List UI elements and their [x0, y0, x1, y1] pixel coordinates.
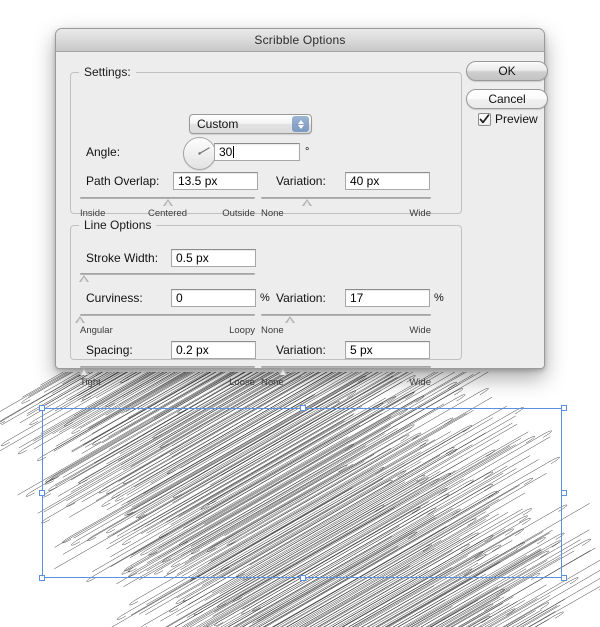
curviness-variation-slider[interactable]: None Wide [261, 313, 431, 336]
spacing-variation-slider-max-label: Wide [409, 377, 431, 388]
cancel-button[interactable]: Cancel [466, 89, 548, 109]
spacing-input[interactable]: 0.2 px [171, 341, 256, 359]
curviness-variation-unit: % [434, 292, 444, 304]
scribble-artwork [0, 372, 600, 627]
spacing-slider-min-label: Tight [80, 377, 101, 388]
spacing-label: Spacing: [86, 343, 133, 357]
slider-track [80, 273, 255, 275]
preview-checkbox[interactable] [478, 112, 491, 126]
spacing-variation-slider-min-label: None [261, 377, 284, 388]
angle-input[interactable]: 30 [214, 143, 300, 161]
stroke-width-label: Stroke Width: [86, 251, 159, 265]
path-overlap-variation-input[interactable]: 40 px [345, 172, 430, 190]
ok-button[interactable]: OK [466, 61, 548, 81]
path-overlap-variation-label: Variation: [276, 174, 326, 188]
cancel-button-label: Cancel [488, 92, 526, 106]
slider-thumb[interactable] [284, 316, 295, 323]
preview-row[interactable]: Preview [478, 112, 538, 126]
ok-button-label: OK [498, 64, 516, 78]
path-overlap-variation-value: 40 px [350, 174, 380, 188]
slider-thumb[interactable] [301, 199, 312, 206]
angle-dial-needle-icon [198, 147, 210, 155]
text-caret [233, 146, 235, 158]
path-overlap-variation-slider-max-label: Wide [409, 208, 431, 219]
curviness-slider-min-label: Angular [80, 325, 113, 336]
angle-label: Angle: [86, 145, 121, 159]
stroke-width-slider[interactable] [78, 272, 255, 284]
angle-unit: ° [305, 146, 310, 158]
curviness-input[interactable]: 0 [171, 289, 256, 307]
curviness-value: 0 [176, 291, 183, 305]
slider-track [261, 197, 431, 199]
path-overlap-input[interactable]: 13.5 px [173, 172, 258, 190]
spacing-slider[interactable]: Tight Loose [78, 365, 255, 388]
stroke-width-value: 0.5 px [176, 251, 209, 265]
angle-dial[interactable] [183, 137, 216, 170]
curviness-slider-max-label: Loopy [229, 325, 255, 336]
settings-group-label: Settings: [79, 65, 136, 79]
angle-input-value: 30 [219, 145, 233, 159]
preview-label: Preview [495, 112, 538, 126]
curviness-variation-slider-min-label: None [261, 325, 284, 336]
curviness-slider[interactable]: Angular Loopy [75, 313, 255, 336]
stroke-width-input[interactable]: 0.5 px [171, 249, 256, 267]
curviness-variation-label: Variation: [276, 291, 326, 305]
settings-dropdown[interactable]: Custom [189, 114, 312, 134]
slider-track [80, 314, 255, 316]
curviness-variation-slider-max-label: Wide [409, 325, 431, 336]
spacing-variation-label: Variation: [276, 343, 326, 357]
slider-thumb[interactable] [78, 368, 89, 375]
path-overlap-slider-max-label: Outside [222, 208, 255, 219]
settings-dropdown-value: Custom [197, 117, 239, 131]
slider-thumb[interactable] [162, 199, 173, 206]
slider-thumb[interactable] [75, 316, 85, 323]
checkmark-icon [479, 113, 490, 123]
slider-track [80, 366, 255, 368]
spacing-slider-max-label: Loose [229, 377, 255, 388]
curviness-variation-value: 17 [350, 291, 364, 305]
chevron-down-icon [297, 124, 304, 129]
curviness-variation-input[interactable]: 17 [345, 289, 430, 307]
spacing-variation-slider[interactable]: None Wide [261, 365, 431, 388]
curviness-label: Curviness: [86, 291, 143, 305]
dialog-title-bar[interactable]: Scribble Options [56, 29, 544, 52]
path-overlap-slider[interactable]: Inside Centered Outside [80, 196, 255, 219]
spacing-variation-value: 5 px [350, 343, 373, 357]
slider-thumb[interactable] [278, 368, 289, 375]
slider-thumb[interactable] [78, 275, 89, 282]
spacing-value: 0.2 px [176, 343, 209, 357]
curviness-unit: % [260, 292, 270, 304]
line-options-group-label: Line Options [79, 218, 157, 232]
path-overlap-value: 13.5 px [178, 174, 218, 188]
path-overlap-variation-slider[interactable]: None Wide [261, 196, 431, 219]
chevron-up-icon [297, 119, 304, 124]
artwork-canvas[interactable] [0, 372, 600, 627]
dialog-title: Scribble Options [254, 33, 346, 47]
spacing-variation-input[interactable]: 5 px [345, 341, 430, 359]
stepper-arrows-icon[interactable] [292, 116, 309, 132]
path-overlap-variation-slider-min-label: None [261, 208, 284, 219]
path-overlap-label: Path Overlap: [86, 174, 160, 188]
